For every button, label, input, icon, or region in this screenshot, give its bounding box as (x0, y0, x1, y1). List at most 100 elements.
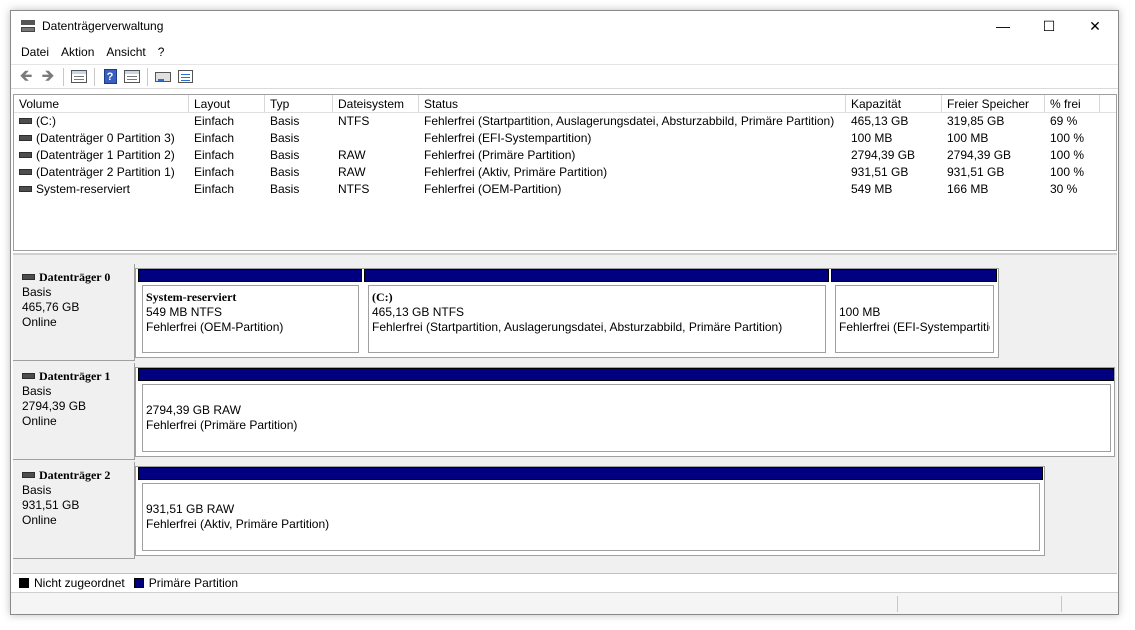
cell-kapazitaet: 100 MB (846, 130, 942, 147)
table-row[interactable]: (C:) Einfach Basis NTFS Fehlerfrei (Startpar… (14, 113, 1116, 130)
cell-prozent-frei: 30 % (1045, 181, 1100, 198)
cell-text: 2794,39 GB (851, 148, 916, 162)
column-header-typ[interactable]: Typ (265, 95, 333, 112)
partition-type-bar (138, 269, 362, 282)
table-row[interactable]: System-reserviert Einfach Basis NTFS Fehlerf… (14, 181, 1116, 198)
cell-text: Fehlerfrei (Aktiv, Primäre Partition) (424, 165, 608, 179)
forward-button[interactable]: 🡺 (37, 67, 59, 87)
partition-status: Fehlerfrei (Primäre Partition) (146, 418, 298, 432)
cell-volume: (Datenträger 1 Partition 2) (14, 147, 189, 164)
cell-text: Einfach (194, 182, 235, 196)
close-button[interactable]: ✕ (1072, 11, 1118, 41)
back-button[interactable]: 🡸 (15, 67, 37, 87)
partition[interactable]: 2794,39 GB RAW Fehlerfrei (Primäre Parti… (138, 368, 1114, 456)
partition-title: System-reserviert (146, 290, 237, 304)
cell-text: Basis (270, 131, 300, 145)
cell-text: 100 % (1050, 131, 1085, 145)
cell-text: 30 % (1050, 182, 1078, 196)
disk-name: Datenträger 2 (39, 468, 111, 482)
disk-type: Basis (22, 384, 52, 398)
cell-text: Basis (270, 165, 300, 179)
partition-box: 931,51 GB RAW Fehlerfrei (Aktiv, Primäre… (142, 483, 1040, 551)
partition[interactable]: (C:) 465,13 GB NTFS Fehlerfrei (Startpar… (364, 269, 829, 357)
disk-label[interactable]: Datenträger 2 Basis 931,51 GB Online (13, 462, 135, 559)
partition[interactable]: 931,51 GB RAW Fehlerfrei (Aktiv, Primäre… (138, 467, 1043, 555)
partition-detail: 2794,39 GB RAW (146, 403, 241, 417)
cell-kapazitaet: 2794,39 GB (846, 147, 942, 164)
cell-text: Einfach (194, 114, 235, 128)
column-header-volume[interactable]: Volume (14, 95, 189, 112)
cell-typ: Basis (265, 147, 333, 164)
partition-status: Fehlerfrei (Aktiv, Primäre Partition) (146, 517, 330, 531)
cell-text: (Datenträger 0 Partition 3) (36, 131, 175, 145)
disk-row: Datenträger 2 Basis 931,51 GB Online 931… (13, 462, 1117, 561)
menu-datei[interactable]: Datei (15, 45, 55, 59)
menu-ansicht[interactable]: Ansicht (100, 45, 151, 59)
table-row[interactable]: (Datenträger 1 Partition 2) Einfach Basis R… (14, 147, 1116, 164)
minimize-button[interactable]: — (980, 11, 1026, 41)
action-pane-icon (124, 70, 140, 83)
cell-layout: Einfach (189, 113, 265, 130)
cell-volume: System-reserviert (14, 181, 189, 198)
cell-freier-speicher: 100 MB (942, 130, 1045, 147)
cell-text: 100 MB (851, 131, 893, 145)
column-header-kapazitaet[interactable]: Kapazität (846, 95, 942, 112)
legend-label-unallocated: Nicht zugeordnet (34, 575, 125, 590)
cell-text: Einfach (194, 148, 235, 162)
cell-text: NTFS (338, 182, 370, 196)
column-header-freier-speicher[interactable]: Freier Speicher (942, 95, 1045, 112)
cell-prozent-frei: 100 % (1045, 147, 1100, 164)
cell-kapazitaet: 931,51 GB (846, 164, 942, 181)
volume-icon (19, 151, 32, 158)
cell-text: Fehlerfrei (OEM-Partition) (424, 182, 562, 196)
cell-text: 465,13 GB (851, 114, 909, 128)
partition-detail: 931,51 GB RAW (146, 502, 235, 516)
cell-text: 166 MB (947, 182, 989, 196)
help-button[interactable]: ? (99, 67, 121, 87)
action-pane-button[interactable] (121, 67, 143, 87)
disk-state: Online (22, 315, 57, 329)
disk-size: 931,51 GB (22, 498, 80, 512)
cell-text: 549 MB (851, 182, 893, 196)
partition-type-bar (831, 269, 997, 282)
cell-text: 100 % (1050, 165, 1085, 179)
volume-list-header: Volume Layout Typ Dateisystem Status Kap… (14, 95, 1116, 113)
cell-text: (C:) (36, 114, 56, 128)
cell-status: Fehlerfrei (OEM-Partition) (419, 181, 846, 198)
table-row[interactable]: (Datenträger 0 Partition 3) Einfach Basis F… (14, 130, 1116, 147)
properties-button[interactable] (174, 67, 196, 87)
maximize-button[interactable]: ☐ (1026, 11, 1072, 41)
connect-disk-button[interactable] (152, 67, 174, 87)
partition[interactable]: 100 MB Fehlerfrei (EFI-Systempartitio (831, 269, 997, 357)
cell-layout: Einfach (189, 147, 265, 164)
console-tree-button[interactable] (68, 67, 90, 87)
disk-label[interactable]: Datenträger 0 Basis 465,76 GB Online (13, 264, 135, 361)
menu-aktion[interactable]: Aktion (55, 45, 100, 59)
cell-text: 319,85 GB (947, 114, 1005, 128)
column-header-dateisystem[interactable]: Dateisystem (333, 95, 419, 112)
cell-typ: Basis (265, 130, 333, 147)
cell-text: Fehlerfrei (EFI-Systempartition) (424, 131, 592, 145)
legend: Nicht zugeordnet Primäre Partition (13, 573, 1117, 591)
menu-help[interactable]: ? (152, 45, 171, 59)
table-row[interactable]: (Datenträger 2 Partition 1) Einfach Basis R… (14, 164, 1116, 181)
disk-partition-area: 2794,39 GB RAW Fehlerfrei (Primäre Parti… (135, 367, 1115, 457)
partition-title: (C:) (372, 290, 393, 304)
partition-type-bar (138, 467, 1043, 480)
cell-text: RAW (338, 165, 366, 179)
column-header-status[interactable]: Status (419, 95, 846, 112)
partition[interactable]: System-reserviert 549 MB NTFS Fehlerfrei… (138, 269, 362, 357)
partition-status: Fehlerfrei (OEM-Partition) (146, 320, 284, 334)
column-header-layout[interactable]: Layout (189, 95, 265, 112)
status-bar-divider (897, 596, 898, 612)
partition-status: Fehlerfrei (Startpartition, Auslagerungs… (372, 320, 783, 334)
disk-row: Datenträger 0 Basis 465,76 GB Online Sys… (13, 264, 1117, 363)
cell-text: System-reserviert (36, 182, 131, 196)
disk-label[interactable]: Datenträger 1 Basis 2794,39 GB Online (13, 363, 135, 460)
column-header-prozent-frei[interactable]: % frei (1045, 95, 1100, 112)
forward-arrow-icon: 🡺 (41, 67, 55, 85)
cell-text: Basis (270, 182, 300, 196)
status-bar-divider (1061, 596, 1062, 612)
cell-prozent-frei: 100 % (1045, 164, 1100, 181)
toolbar-separator (63, 67, 64, 86)
